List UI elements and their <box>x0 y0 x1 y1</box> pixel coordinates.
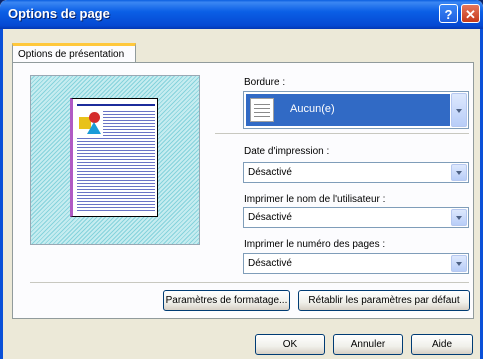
border-dropdown-button[interactable] <box>451 93 467 127</box>
preview-header-line <box>77 104 155 106</box>
shape-triangle-icon <box>87 122 101 134</box>
border-label: Bordure : <box>244 77 286 88</box>
border-none-icon <box>250 98 274 122</box>
ok-button[interactable]: OK <box>255 334 325 355</box>
border-value: Aucun(e) <box>290 103 335 115</box>
divider <box>30 282 469 283</box>
restore-defaults-button[interactable]: Rétablir les paramètres par défaut <box>298 290 470 311</box>
page-options-dialog: Options de page ? ✕ Options de présentat… <box>0 0 483 359</box>
tab-layout-options[interactable]: Options de présentation <box>12 43 136 63</box>
chevron-down-icon <box>456 171 462 175</box>
formatting-settings-button[interactable]: Paramètres de formatage... <box>163 290 290 311</box>
print-date-select[interactable]: Désactivé <box>243 162 469 183</box>
preview-page <box>70 98 158 217</box>
help-icon[interactable]: ? <box>439 4 458 23</box>
chevron-down-icon <box>456 216 462 220</box>
help-button[interactable]: Aide <box>411 334 473 355</box>
window-frame-left <box>0 29 3 359</box>
print-date-label: Date d'impression : <box>244 146 330 157</box>
print-user-select[interactable]: Désactivé <box>243 207 469 228</box>
cancel-button[interactable]: Annuler <box>333 334 403 355</box>
print-pages-value: Désactivé <box>248 258 292 269</box>
chevron-down-icon <box>456 109 462 113</box>
print-user-label: Imprimer le nom de l'utilisateur : <box>244 194 386 205</box>
print-date-dropdown-button[interactable] <box>451 164 467 181</box>
print-user-value: Désactivé <box>248 212 292 223</box>
border-selected-option[interactable]: Aucun(e) <box>246 94 450 126</box>
print-user-dropdown-button[interactable] <box>451 209 467 226</box>
close-icon[interactable]: ✕ <box>461 4 480 23</box>
preview-image <box>77 111 103 137</box>
title-bar[interactable]: Options de page ? ✕ <box>0 0 483 29</box>
border-select[interactable]: Aucun(e) <box>243 91 469 129</box>
print-date-value: Désactivé <box>248 167 292 178</box>
chevron-down-icon <box>456 262 462 266</box>
print-pages-label: Imprimer le numéro des pages : <box>244 239 386 250</box>
divider <box>215 133 469 134</box>
print-pages-select[interactable]: Désactivé <box>243 253 469 274</box>
print-pages-dropdown-button[interactable] <box>451 255 467 272</box>
window-title: Options de page <box>8 6 110 21</box>
